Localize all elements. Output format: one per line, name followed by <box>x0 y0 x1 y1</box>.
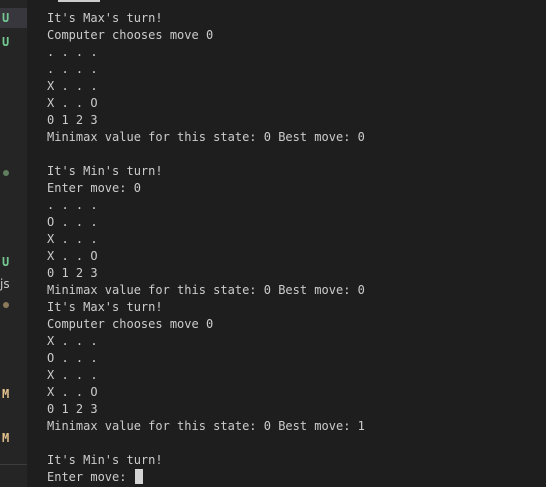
file-name-fragment[interactable]: js <box>0 276 10 292</box>
terminal-line: X . . O <box>47 249 98 263</box>
git-untracked-badge: U <box>2 35 10 49</box>
terminal-line: It's Min's turn! <box>47 164 163 178</box>
terminal-line: Enter move: 0 <box>47 181 141 195</box>
git-untracked-badge: U <box>2 255 10 269</box>
git-untracked-badge: U <box>2 11 10 25</box>
git-modified-badge: M <box>2 431 10 445</box>
terminal-line: It's Min's turn! <box>47 453 163 467</box>
terminal-line: It's Max's turn! <box>47 300 163 314</box>
terminal-cursor <box>134 469 143 484</box>
terminal-line: X . . . <box>47 334 98 348</box>
git-status-dot-icon <box>3 302 9 308</box>
terminal-prompt-line[interactable]: Enter move: <box>47 469 537 486</box>
terminal-line: Minimax value for this state: 0 Best mov… <box>47 283 365 297</box>
terminal-line: X . . O <box>47 385 98 399</box>
terminal-line: 0 1 2 3 <box>47 266 98 280</box>
terminal-line: Computer chooses move 0 <box>47 317 214 331</box>
explorer-sidebar: U U U js M M <box>0 0 27 487</box>
terminal-line: X . . . <box>47 79 98 93</box>
terminal-line: . . . . <box>47 62 98 76</box>
terminal-line: Minimax value for this state: 0 Best mov… <box>47 130 365 144</box>
terminal-line: X . . . <box>47 368 98 382</box>
terminal-line: X . . . <box>47 232 98 246</box>
terminal-line: O . . . <box>47 351 98 365</box>
sidebar-divider <box>0 464 27 465</box>
terminal-line: . . . . <box>47 45 98 59</box>
terminal-output[interactable]: It's Max's turn! Computer chooses move 0.… <box>47 10 537 486</box>
terminal-line: . . . . <box>47 198 98 212</box>
prompt-text: Enter move: <box>47 470 134 484</box>
terminal-line: It's Max's turn! <box>47 11 163 25</box>
active-tab-indicator <box>58 0 100 2</box>
git-status-dot-icon <box>3 170 9 176</box>
terminal-line: 0 1 2 3 <box>47 113 98 127</box>
terminal-line: O . . . <box>47 215 98 229</box>
terminal-line: X . . O <box>47 96 98 110</box>
terminal-line: Minimax value for this state: 0 Best mov… <box>47 419 365 433</box>
terminal-line: 0 1 2 3 <box>47 402 98 416</box>
git-modified-badge: M <box>2 387 10 401</box>
terminal-line: Computer chooses move 0 <box>47 28 214 42</box>
